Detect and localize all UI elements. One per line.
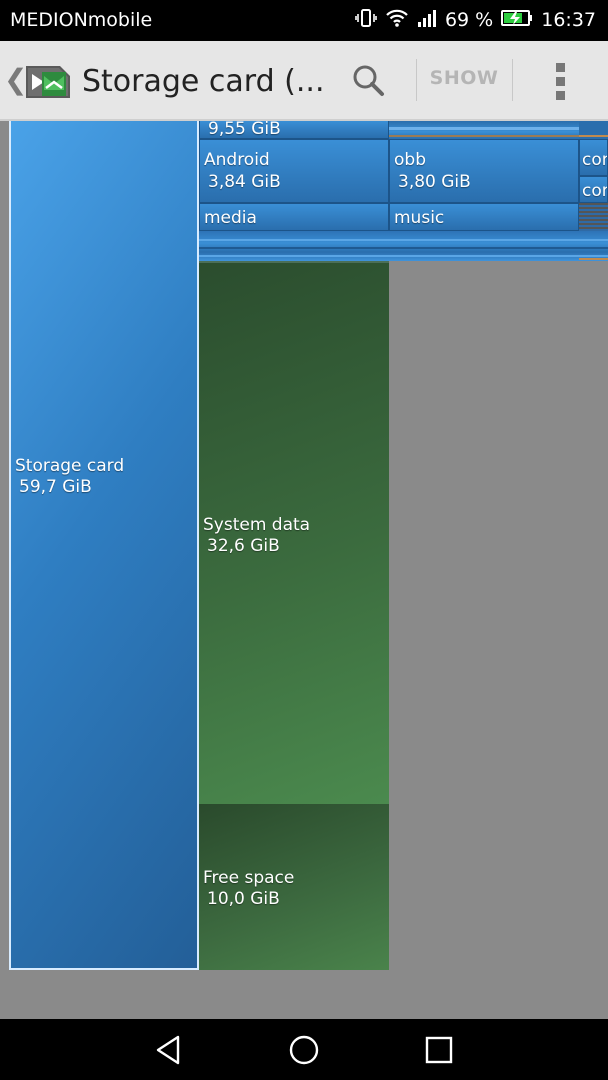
show-button[interactable]: SHOW <box>418 67 510 97</box>
recents-icon[interactable] <box>422 1033 456 1067</box>
carrier-name: MEDIONmobile <box>10 9 153 31</box>
tile-small-folders[interactable] <box>579 203 608 231</box>
tile-com-1[interactable]: cor <box>579 139 608 176</box>
back-icon[interactable] <box>152 1033 186 1067</box>
tile-size: 32,6 GiB <box>207 536 280 556</box>
tile-size: 3,80 GiB <box>398 172 471 192</box>
tile-android[interactable]: Android 3,84 GiB <box>199 139 389 203</box>
home-icon[interactable] <box>287 1033 321 1067</box>
tile-label: Android <box>204 150 270 170</box>
tile-label: obb <box>394 150 426 170</box>
divider <box>416 59 417 101</box>
tile-folder-top-edge[interactable] <box>579 121 608 139</box>
battery-charging-icon <box>501 9 533 32</box>
tile-small-folders-row[interactable] <box>199 231 608 261</box>
page-title: Storage card (... <box>82 64 325 99</box>
vibrate-icon <box>355 8 377 33</box>
tile-label: media <box>204 208 257 228</box>
navigation-bar <box>0 1019 608 1080</box>
battery-percent: 69 % <box>444 9 494 31</box>
storage-treemap: Storage card 59,7 GiB 9,55 GiB Android 3… <box>0 121 608 1019</box>
signal-icon <box>417 8 437 33</box>
tile-size: 10,0 GiB <box>207 889 280 909</box>
status-bar: MEDIONmobile 69 % 16:37 <box>0 0 608 41</box>
action-bar: ❮ Storage card (... SHOW <box>0 41 608 121</box>
tile-free-space[interactable]: Free space 10,0 GiB <box>199 804 389 970</box>
app-logo-icon[interactable] <box>22 64 74 100</box>
tile-size: 9,55 GiB <box>208 121 281 139</box>
tile-label: cor <box>582 150 608 170</box>
divider <box>512 59 513 101</box>
tile-size: 59,7 GiB <box>19 477 92 497</box>
tile-media[interactable]: media <box>199 203 389 231</box>
tile-com-2[interactable]: cor <box>579 176 608 203</box>
tile-storage-card[interactable]: Storage card 59,7 GiB <box>9 121 199 970</box>
tile-folder-top[interactable]: 9,55 GiB <box>199 121 389 139</box>
tile-label: System data <box>203 515 311 535</box>
tile-music[interactable]: music <box>389 203 579 231</box>
tile-folder-top-right[interactable] <box>389 121 579 139</box>
search-icon[interactable] <box>346 59 390 103</box>
tile-label: music <box>394 208 445 228</box>
tile-size: 3,84 GiB <box>208 172 281 192</box>
status-icons: 69 % 16:37 <box>355 8 596 32</box>
wifi-icon <box>385 8 409 33</box>
tile-label: Storage card <box>15 456 125 476</box>
clock: 16:37 <box>541 9 596 31</box>
tile-label: Free space <box>203 868 295 888</box>
tile-system-data[interactable]: System data 32,6 GiB <box>199 261 389 804</box>
tile-obb[interactable]: obb 3,80 GiB <box>389 139 579 203</box>
tile-label: cor <box>582 181 608 201</box>
overflow-menu-icon[interactable] <box>548 61 572 101</box>
